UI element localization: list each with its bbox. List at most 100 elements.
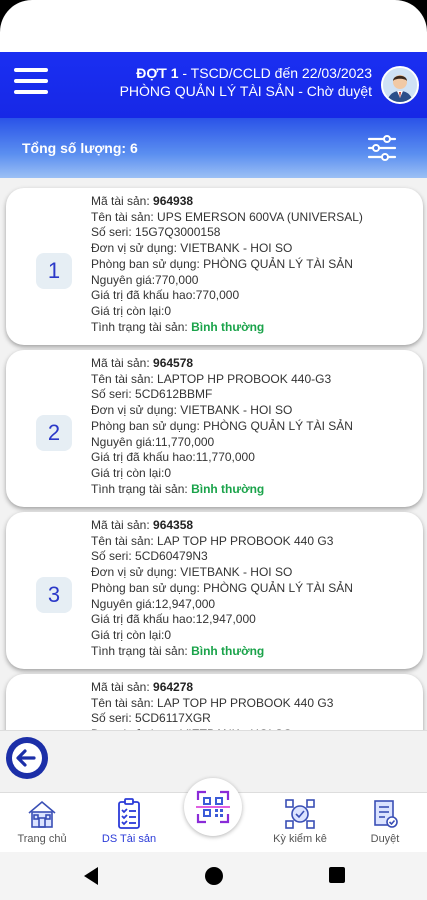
asset-serial-row: Số seri: 15G7Q3000158 [91, 225, 363, 241]
asset-code: 964578 [153, 356, 194, 370]
asset-depreciated-value-row: Giá trị đã khấu hao:11,770,000 [91, 450, 353, 466]
asset-serial: 5CD612BBMF [135, 387, 213, 402]
system-back-icon[interactable] [82, 866, 100, 891]
asset-status-label: Tình trạng tài sản: [91, 481, 192, 496]
menu-icon[interactable] [14, 68, 48, 96]
asset-name-label: Tên tài sản: [91, 695, 158, 710]
asset-dept-row: Phòng ban sử dụng: PHÒNG QUẢN LÝ TÀI SẢN [91, 257, 363, 273]
status-bar [0, 0, 427, 52]
asset-depreciated-value-label: Giá trị đã khấu hao: [91, 612, 196, 627]
asset-list[interactable]: 1 Mã tài sản: 964938 Tên tài sản: UPS EMER… [0, 178, 427, 730]
asset-remaining-value-row: Giá trị còn lại:0 [91, 466, 353, 482]
asset-depreciated-value-label: Giá trị đã khấu hao: [91, 450, 196, 465]
asset-dept-row: Phòng ban sử dụng: PHÒNG QUẢN LÝ TÀI SẢN [91, 419, 353, 435]
avatar[interactable] [381, 66, 419, 104]
asset-original-value-row: Nguyên giá:770,000 [91, 273, 363, 289]
asset-serial-row: Số seri: 5CD612BBMF [91, 387, 353, 403]
asset-depreciated-value-row: Giá trị đã khấu hao:770,000 [91, 288, 363, 304]
back-button[interactable] [6, 737, 48, 779]
asset-status: Bình thường [191, 643, 265, 658]
nav-assets[interactable]: DS Tài sản [89, 797, 169, 845]
asset-code-label: Mã tài sản: [91, 680, 154, 694]
nav-inventory[interactable]: Kỳ kiểm kê [260, 797, 340, 845]
asset-depreciated-value: 12,947,000 [195, 612, 256, 627]
asset-unit: VIETBANK - HOI SO [180, 403, 293, 418]
asset-name-row: Tên tài sản: LAP TOP HP PROBOOK 440 G3 [91, 696, 353, 712]
qr-code-icon [196, 790, 230, 824]
asset-info: Mã tài sản: 964578 Tên tài sản: LAPTOP HP… [91, 356, 353, 497]
nav-approve-label: Duyệt [370, 833, 400, 845]
asset-dept: PHÒNG QUẢN LÝ TÀI SẢN [203, 580, 353, 595]
asset-serial-label: Số seri: [91, 549, 136, 564]
asset-code-row: Mã tài sản: 964938 [91, 194, 363, 210]
inventory-cycle-icon [283, 797, 317, 831]
qr-scan-button[interactable] [184, 778, 242, 836]
asset-serial-label: Số seri: [91, 225, 136, 240]
asset-name-label: Tên tài sản: [91, 209, 158, 224]
asset-card[interactable]: 3 Mã tài sản: 964358 Tên tài sản: LAP TOP … [6, 512, 423, 669]
clipboard-list-icon [112, 797, 146, 831]
asset-name-label: Tên tài sản: [91, 533, 158, 548]
asset-serial: 5CD6117XGR [135, 711, 211, 726]
asset-depreciated-value-label: Giá trị đã khấu hao: [91, 288, 196, 303]
asset-name-label: Tên tài sản: [91, 371, 158, 386]
asset-code-label: Mã tài sản: [91, 194, 154, 208]
asset-code: 964358 [153, 518, 194, 532]
asset-original-value: 770,000 [155, 272, 199, 287]
house-icon [25, 797, 59, 831]
asset-status: Bình thường [191, 481, 265, 496]
system-recents-icon[interactable] [328, 866, 346, 889]
asset-card[interactable]: 1 Mã tài sản: 964938 Tên tài sản: UPS EMER… [6, 188, 423, 345]
asset-code: 964938 [153, 194, 194, 208]
asset-depreciated-value: 770,000 [195, 288, 240, 303]
asset-unit-label: Đơn vị sử dụng: [91, 565, 181, 580]
asset-remaining-value: 0 [164, 465, 172, 480]
asset-status-label: Tình trạng tài sản: [91, 319, 192, 334]
asset-unit-label: Đơn vị sử dụng: [91, 241, 181, 256]
asset-code-row: Mã tài sản: 964358 [91, 518, 353, 534]
asset-status-row: Tình trạng tài sản: Bình thường [91, 320, 363, 336]
asset-unit-row: Đơn vị sử dụng: VIETBANK - HOI SO [91, 565, 353, 581]
asset-serial-label: Số seri: [91, 387, 136, 402]
asset-original-value: 11,770,000 [155, 434, 215, 449]
asset-unit: VIETBANK - HOI SO [180, 241, 293, 256]
asset-code-label: Mã tài sản: [91, 518, 154, 532]
asset-code-label: Mã tài sản: [91, 356, 154, 370]
asset-name-row: Tên tài sản: LAP TOP HP PROBOOK 440 G3 [91, 534, 353, 550]
asset-remaining-value-row: Giá trị còn lại:0 [91, 628, 353, 644]
asset-dept: PHÒNG QUẢN LÝ TÀI SẢN [203, 418, 353, 433]
app-screen: ĐỢT 1 - TSCD/CCLD đến 22/03/2023 PHÒNG Q… [0, 0, 427, 900]
asset-serial-label: Số seri: [91, 711, 136, 726]
asset-card[interactable]: 4Mã tài sản: 964278Tên tài sản: LAP TOP … [6, 674, 423, 730]
asset-status-label: Tình trạng tài sản: [91, 643, 192, 658]
asset-status-row: Tình trạng tài sản: Bình thường [91, 482, 353, 498]
asset-dept: PHÒNG QUẢN LÝ TÀI SẢN [203, 256, 353, 271]
asset-unit-row: Đơn vị sử dụng: VIETBANK - HOI SO [91, 241, 363, 257]
asset-code: 964278 [153, 680, 194, 694]
asset-dept-label: Phòng ban sử dụng: [91, 418, 204, 433]
asset-depreciated-value: 11,770,000 [195, 450, 255, 465]
asset-name: LAPTOP HP PROBOOK 440-G3 [157, 371, 332, 386]
asset-remaining-value: 0 [164, 627, 172, 642]
system-home-icon[interactable] [204, 866, 224, 891]
asset-unit-row: Đơn vị sử dụng: VIETBANK - HOI SO [91, 403, 353, 419]
asset-original-value-row: Nguyên giá:11,770,000 [91, 435, 353, 451]
asset-code-row: Mã tài sản: 964578 [91, 356, 353, 372]
asset-name: LAP TOP HP PROBOOK 440 G3 [157, 695, 334, 710]
asset-remaining-value-row: Giá trị còn lại:0 [91, 304, 363, 320]
asset-serial: 15G7Q3000158 [135, 225, 221, 240]
app-header: ĐỢT 1 - TSCD/CCLD đến 22/03/2023 PHÒNG Q… [0, 52, 427, 118]
asset-unit-label: Đơn vị sử dụng: [91, 403, 181, 418]
asset-remaining-value-label: Giá trị còn lại: [91, 627, 165, 642]
filter-icon[interactable] [367, 135, 397, 161]
arrow-left-icon [12, 743, 42, 773]
asset-code-row: Mã tài sản: 964278 [91, 680, 353, 696]
approve-document-icon [368, 797, 402, 831]
nav-approve[interactable]: Duyệt [345, 797, 425, 845]
asset-card[interactable]: 2 Mã tài sản: 964578 Tên tài sản: LAPTOP H… [6, 350, 423, 507]
nav-home[interactable]: Trang chủ [2, 797, 82, 845]
total-count: Tổng số lượng: 6 [22, 140, 138, 156]
system-nav [0, 852, 427, 900]
asset-original-value-row: Nguyên giá:12,947,000 [91, 597, 353, 613]
asset-original-value: 12,947,000 [155, 596, 216, 611]
